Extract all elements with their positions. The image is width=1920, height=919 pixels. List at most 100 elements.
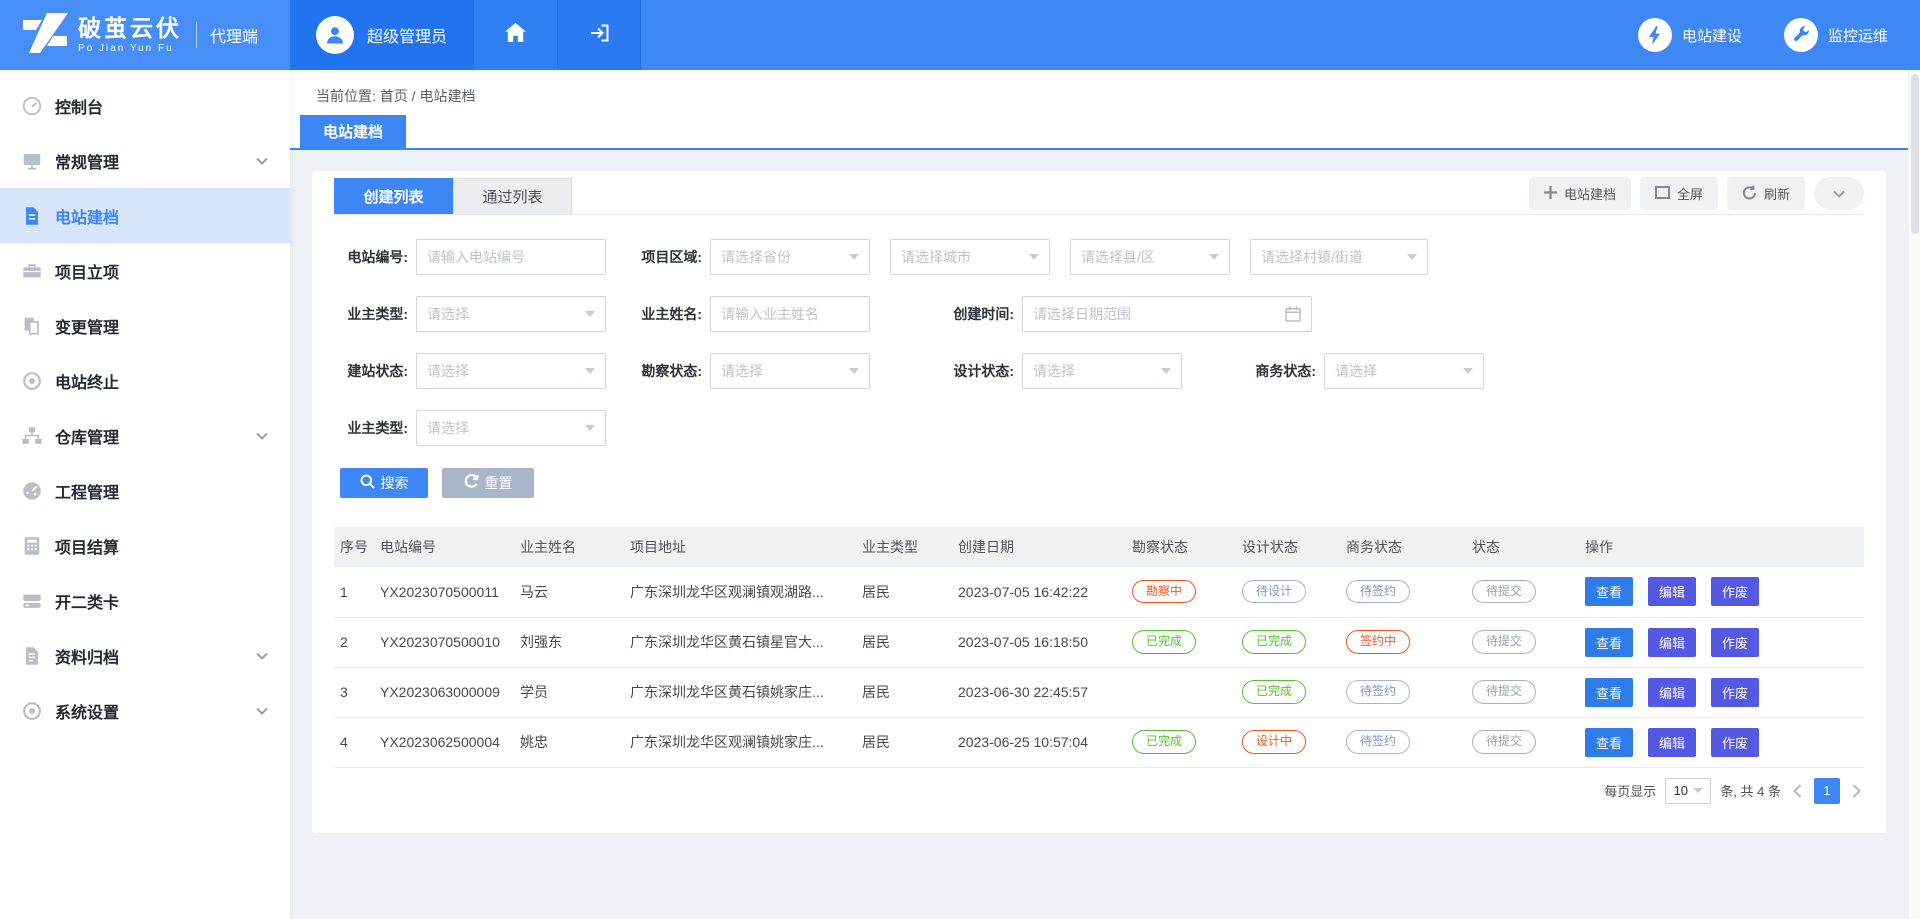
sidebar-item[interactable]: 电站建档 (0, 188, 290, 243)
cell-type: 居民 (856, 717, 952, 767)
cell-status: 待提交 (1466, 567, 1579, 617)
void-button[interactable]: 作废 (1711, 628, 1759, 657)
sidebar-item[interactable]: 电站终止 (0, 353, 290, 408)
view-button[interactable]: 查看 (1585, 678, 1633, 707)
cell-owner: 学员 (514, 667, 624, 717)
top-nav-item-0[interactable]: 电站建设 (1638, 18, 1742, 52)
status-badge: 已完成 (1242, 680, 1306, 703)
sidebar-item[interactable]: 系统设置 (0, 683, 290, 738)
scrollbar-thumb[interactable] (1911, 74, 1919, 234)
search-icon (360, 474, 375, 492)
user-name: 超级管理员 (367, 23, 447, 47)
sidebar-item[interactable]: 变更管理 (0, 298, 290, 353)
void-button[interactable]: 作废 (1711, 678, 1759, 707)
cell-business-status: 待签约 (1340, 717, 1466, 767)
cell-design-status: 已完成 (1236, 617, 1340, 667)
collapse-panel-button[interactable] (1814, 177, 1864, 210)
toolbar-button-label: 全屏 (1677, 184, 1703, 203)
edit-button[interactable]: 编辑 (1648, 728, 1696, 757)
tab-passed-list[interactable]: 通过列表 (453, 178, 572, 214)
cell-seq: 4 (334, 717, 374, 767)
card-icon (20, 589, 44, 613)
placeholder: 请选择 (1335, 361, 1377, 381)
filter-row: 业主类型:请选择业主姓名:请输入业主姓名创建时间:请选择日期范围 (334, 296, 1864, 332)
owner-type-select[interactable]: 请选择 (416, 296, 606, 332)
chevron-down-icon (849, 254, 859, 260)
placeholder: 请输入电站编号 (427, 247, 525, 267)
add-station-button[interactable]: 电站建档 (1529, 177, 1631, 210)
logout-button[interactable] (557, 0, 641, 70)
next-page-button[interactable] (1849, 784, 1864, 798)
column-header: 序号 (334, 527, 374, 567)
sidebar-item[interactable]: 常规管理 (0, 133, 290, 188)
sidebar-item[interactable]: 控制台 (0, 78, 290, 133)
sidebar-item[interactable]: 项目立项 (0, 243, 290, 298)
status-badge: 待签约 (1346, 580, 1410, 603)
cell-business-status: 待签约 (1340, 567, 1466, 617)
survey-status-select[interactable]: 请选择 (710, 353, 870, 389)
cell-status: 待提交 (1466, 617, 1579, 667)
reset-button[interactable]: 重置 (442, 468, 534, 498)
chevron-down-icon (256, 432, 268, 440)
cell-actions: 查看编辑作废 (1579, 617, 1864, 667)
top-nav-item-1[interactable]: 监控运维 (1784, 18, 1888, 52)
refresh-icon (1742, 185, 1757, 203)
edit-button[interactable]: 编辑 (1648, 678, 1696, 707)
logo-mark-icon (22, 13, 68, 58)
avatar (316, 16, 354, 54)
station-code-input[interactable]: 请输入电站编号 (416, 239, 606, 275)
edit-button[interactable]: 编辑 (1648, 577, 1696, 606)
owner-type2-select[interactable]: 请选择 (416, 410, 606, 446)
user-menu[interactable]: 超级管理员 (290, 0, 473, 70)
per-page-select[interactable]: 10 (1665, 778, 1711, 804)
sidebar-item[interactable]: 工程管理 (0, 463, 290, 518)
cell-type: 居民 (856, 667, 952, 717)
tab-create-list[interactable]: 创建列表 (334, 178, 453, 214)
search-button[interactable]: 搜索 (340, 468, 428, 498)
view-button[interactable]: 查看 (1585, 577, 1633, 606)
view-button[interactable]: 查看 (1585, 728, 1633, 757)
void-button[interactable]: 作废 (1711, 728, 1759, 757)
prev-page-button[interactable] (1790, 784, 1805, 798)
view-button[interactable]: 查看 (1585, 628, 1633, 657)
owner-name-input[interactable]: 请输入业主姓名 (710, 296, 870, 332)
design-status-select[interactable]: 请选择 (1022, 353, 1182, 389)
sidebar-item[interactable]: 开二类卡 (0, 573, 290, 628)
sidebar-item[interactable]: 项目结算 (0, 518, 290, 573)
sidebar-item[interactable]: 资料归档 (0, 628, 290, 683)
city-select[interactable]: 请选择城市 (890, 239, 1050, 275)
county-select[interactable]: 请选择县/区 (1070, 239, 1230, 275)
cell-actions: 查看编辑作废 (1579, 717, 1864, 767)
refresh-button[interactable]: 刷新 (1727, 177, 1805, 210)
page-tab[interactable]: 电站建档 (300, 115, 406, 148)
archive-icon (20, 644, 44, 668)
cell-survey-status: 已完成 (1126, 617, 1236, 667)
sidebar-item-label: 开二类卡 (55, 589, 119, 613)
status-badge: 已完成 (1132, 730, 1196, 753)
column-header: 创建日期 (952, 527, 1126, 567)
province-select[interactable]: 请选择省份 (710, 239, 870, 275)
status-badge: 签约中 (1346, 630, 1410, 653)
home-button[interactable] (473, 0, 557, 70)
scrollbar[interactable] (1908, 70, 1920, 919)
build-status-select[interactable]: 请选择 (416, 353, 606, 389)
logo: 破茧云伏 Po Jian Yun Fu 代理端 (0, 0, 290, 70)
app: 破茧云伏 Po Jian Yun Fu 代理端 超级管理员 (0, 0, 1920, 919)
cell-code: YX2023062500004 (374, 717, 514, 767)
sidebar-item[interactable]: 仓库管理 (0, 408, 290, 463)
filter-form: 电站编号:请输入电站编号项目区域:请选择省份请选择城市请选择县/区请选择村镇/街… (334, 215, 1864, 446)
cell-business-status: 待签约 (1340, 667, 1466, 717)
business-status-select[interactable]: 请选择 (1324, 353, 1484, 389)
town-select[interactable]: 请选择村镇/街道 (1250, 239, 1428, 275)
filter-label: 创建时间: (940, 304, 1014, 324)
status-badge: 待提交 (1472, 630, 1536, 653)
page-number-button[interactable]: 1 (1814, 778, 1840, 804)
edit-button[interactable]: 编辑 (1648, 628, 1696, 657)
sidebar-item-label: 项目结算 (55, 534, 119, 558)
void-button[interactable]: 作废 (1711, 577, 1759, 606)
column-header: 电站编号 (374, 527, 514, 567)
cell-address: 广东深圳龙华区观澜镇姚家庄... (624, 717, 856, 767)
fullscreen-button[interactable]: 全屏 (1640, 177, 1718, 210)
toolbar-button-label: 刷新 (1764, 184, 1790, 203)
create-time-range-input[interactable]: 请选择日期范围 (1022, 296, 1312, 332)
